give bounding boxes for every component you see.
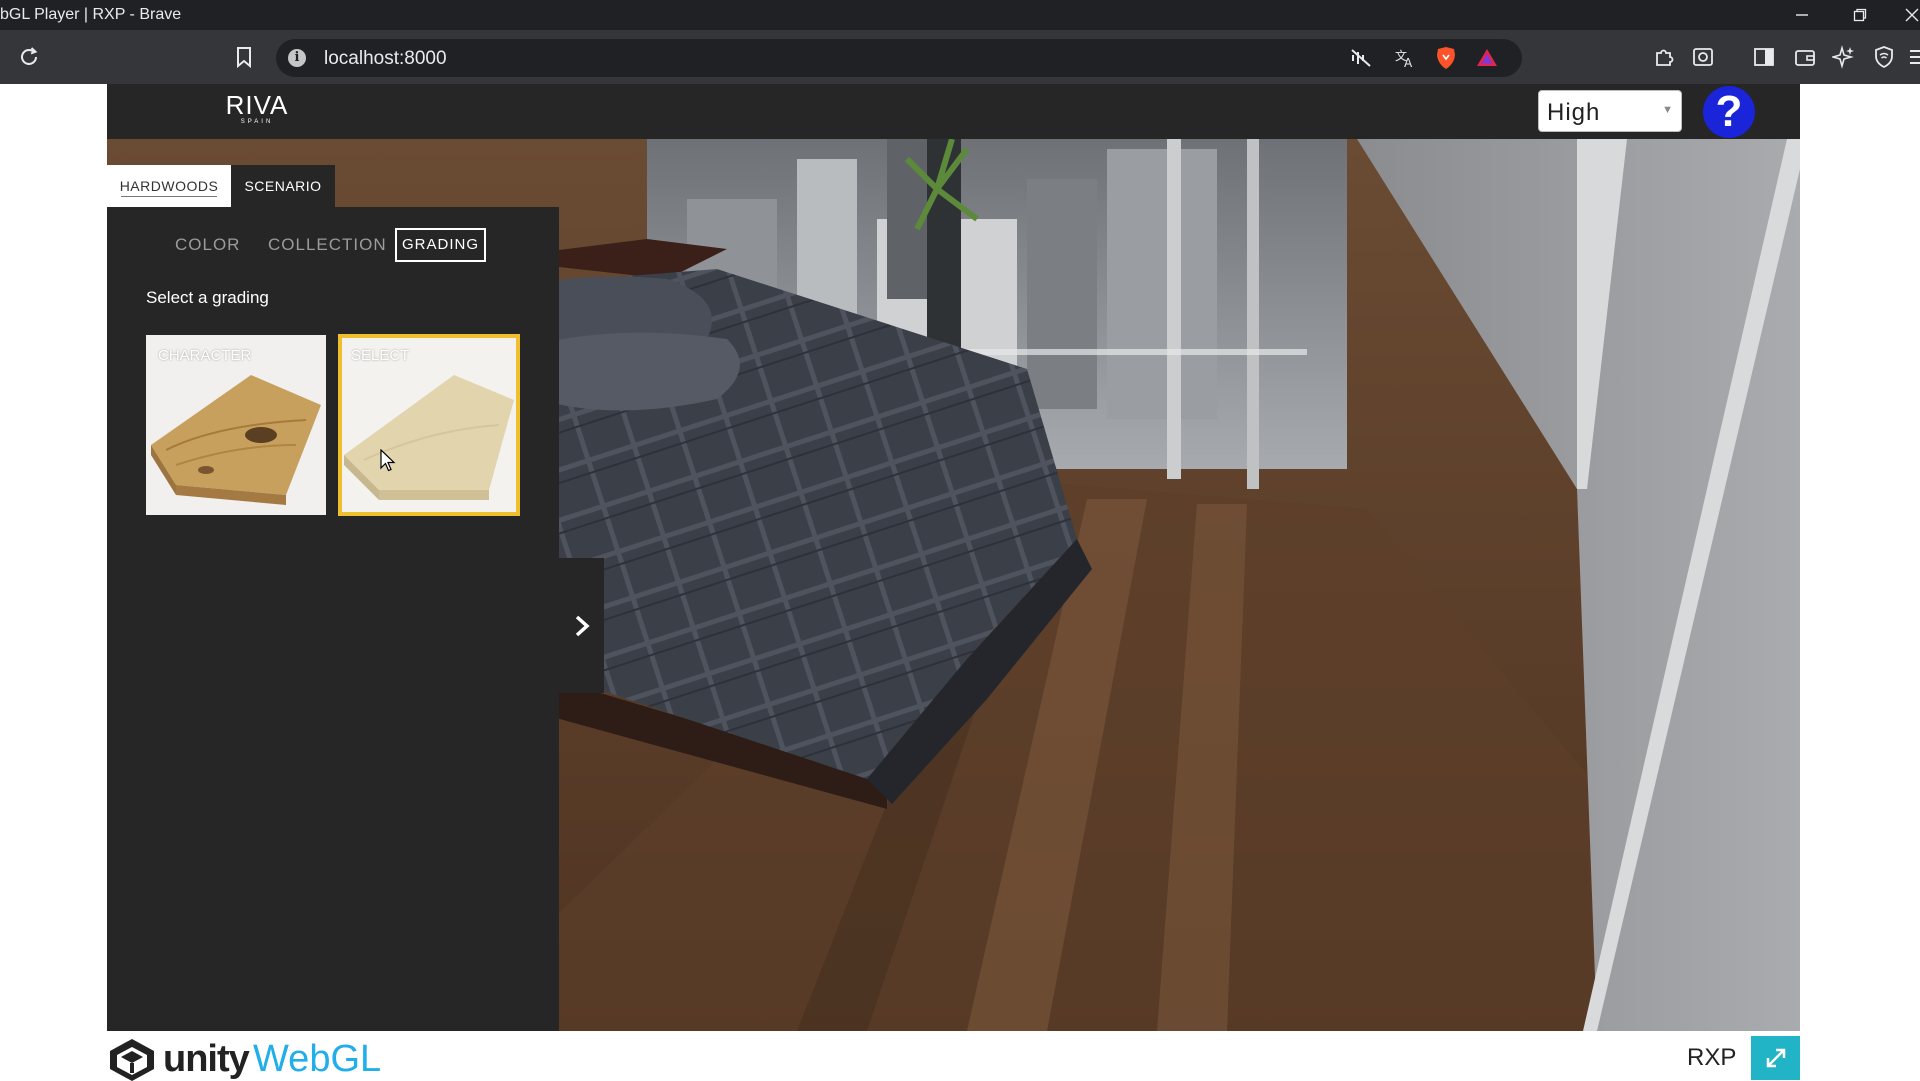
bookmark-button[interactable]: [229, 42, 259, 72]
grading-card-label: CHARACTER: [158, 347, 252, 364]
unity-canvas[interactable]: RIVA SPAIN High ▼ ? HARDWOODS SCENARIO C…: [107, 84, 1800, 1031]
minimize-button[interactable]: [1782, 2, 1822, 28]
screenshot-icon: [1693, 48, 1713, 66]
brave-shields-icon[interactable]: [1431, 43, 1461, 73]
quality-value: High: [1547, 99, 1601, 126]
restore-icon: [1853, 8, 1867, 22]
site-info-icon[interactable]: i: [288, 49, 306, 67]
tab-scenario[interactable]: SCENARIO: [231, 165, 335, 207]
reload-button[interactable]: [14, 42, 44, 72]
window-title: bGL Player | RXP - Brave: [0, 6, 182, 23]
bookmark-icon: [237, 47, 251, 69]
grading-card-character[interactable]: CHARACTER: [146, 335, 326, 515]
tab-underline: [121, 196, 217, 197]
chevron-right-icon: [575, 615, 590, 636]
close-icon: [1905, 8, 1919, 22]
collapse-panel-button[interactable]: [559, 558, 604, 693]
fullscreen-button[interactable]: [1751, 1036, 1800, 1080]
grading-card-label: SELECT: [351, 347, 410, 364]
mouse-cursor-icon: [380, 449, 396, 472]
unity-cube-icon: [110, 1039, 154, 1081]
extensions-button[interactable]: [1649, 42, 1679, 72]
hardwoods-panel: COLOR COLLECTION GRADING Select a gradin…: [107, 207, 559, 1031]
translate-icon[interactable]: 文A: [1390, 43, 1420, 73]
restore-button[interactable]: [1840, 2, 1880, 28]
browser-title-bar: bGL Player | RXP - Brave: [0, 0, 1920, 30]
media-mute-icon[interactable]: [1346, 43, 1376, 73]
sidebar-button[interactable]: [1749, 42, 1779, 72]
product-name: RXP: [1687, 1044, 1737, 1071]
quality-select[interactable]: High ▼: [1538, 90, 1682, 132]
riva-logo: RIVA SPAIN: [222, 92, 292, 128]
browser-toolbar: i localhost:8000 文A: [0, 30, 1920, 84]
grading-card-select[interactable]: SELECT: [338, 334, 520, 516]
grading-prompt: Select a grading: [146, 288, 269, 307]
close-window-button[interactable]: [1892, 2, 1920, 28]
wallet-icon: [1795, 50, 1815, 66]
url-text[interactable]: localhost:8000: [324, 48, 447, 70]
vpn-button[interactable]: [1869, 42, 1899, 72]
brave-rewards-icon[interactable]: [1472, 43, 1502, 73]
tab-hardwoods[interactable]: HARDWOODS: [107, 165, 231, 207]
tab-label: HARDWOODS: [119, 178, 219, 194]
wallet-button[interactable]: [1790, 42, 1820, 72]
logo-text: RIVA: [225, 90, 289, 120]
unity-text: unity: [163, 1038, 250, 1080]
address-bar[interactable]: i localhost:8000 文A: [276, 39, 1522, 77]
menu-button[interactable]: [1902, 42, 1920, 72]
unity-footer: unity WebGL RXP: [107, 1031, 1800, 1081]
unity-webgl-logo: unity WebGL: [107, 1037, 381, 1081]
webgl-text: WebGL: [253, 1038, 382, 1080]
minimize-icon: [1796, 14, 1808, 16]
subtab-color[interactable]: COLOR: [175, 228, 240, 262]
leo-ai-button[interactable]: [1829, 42, 1859, 72]
chevron-down-icon: ▼: [1662, 104, 1673, 116]
sparkle-icon: [1832, 45, 1854, 69]
help-button[interactable]: ?: [1703, 86, 1755, 138]
shield-icon: [1875, 46, 1893, 69]
hamburger-icon: [1910, 50, 1920, 64]
tab-label: SCENARIO: [244, 178, 322, 194]
app-header: RIVA SPAIN High ▼ ?: [107, 84, 1800, 139]
subtab-grading[interactable]: GRADING: [395, 228, 487, 262]
svg-text:A: A: [1404, 56, 1413, 70]
reload-icon: [21, 47, 38, 65]
sidebar-icon: [1754, 48, 1774, 66]
screenshot-button[interactable]: [1688, 42, 1718, 72]
puzzle-icon: [1656, 49, 1674, 66]
subtab-collection[interactable]: COLLECTION: [268, 228, 387, 262]
fullscreen-icon: [1766, 1048, 1785, 1068]
